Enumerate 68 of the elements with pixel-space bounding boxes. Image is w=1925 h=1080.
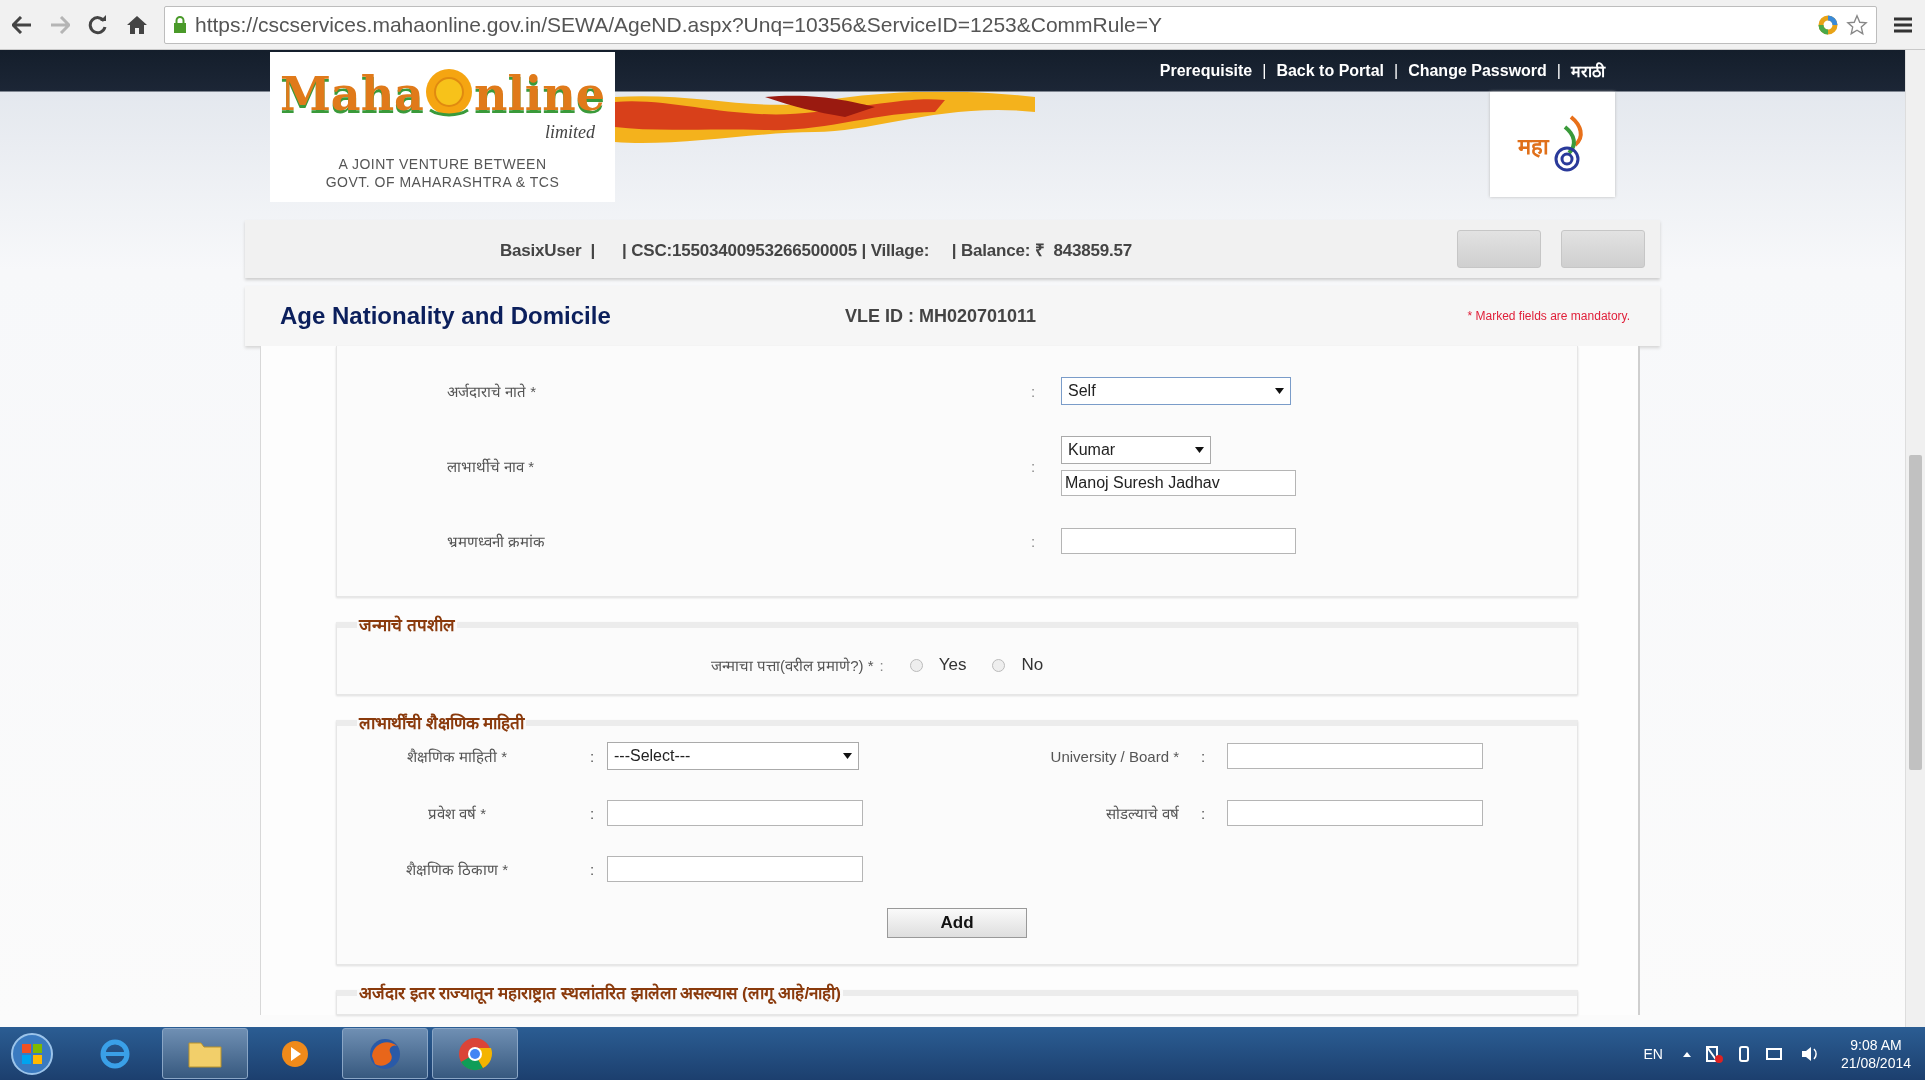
link-divider: | [1556, 62, 1561, 80]
link-divider: | [1262, 62, 1267, 80]
forward-button[interactable] [48, 13, 72, 36]
scrollbar-thumb[interactable] [1909, 455, 1922, 770]
colon-separator: : [879, 656, 884, 674]
star-icon[interactable] [1846, 13, 1868, 36]
logo-suffix: limited [545, 122, 595, 143]
radio-label: No [1021, 655, 1044, 675]
nav-link[interactable]: मराठी [1571, 60, 1605, 82]
field-label: प्रवेश वर्ष * [426, 804, 488, 823]
lock-icon [173, 15, 187, 34]
colon-separator: : [1031, 457, 1037, 475]
field-label: सोडल्याचे वर्ष [1104, 804, 1179, 823]
radio-button[interactable] [909, 658, 923, 672]
play-icon [280, 1038, 310, 1069]
emblem-logo: महा [1490, 92, 1615, 197]
select-dropdown[interactable]: ---Select--- [607, 742, 859, 770]
input-field[interactable] [607, 800, 863, 826]
section-legend: लाभार्थींची शैक्षणिक माहिती [357, 711, 527, 734]
address-bar[interactable]: https://cscservices.mahaonline.gov.in/SEWA/AgeND.aspx?Unq=10356&ServiceID=1253&CommRule=Y [164, 5, 1877, 44]
dropdown-arrow-icon [1275, 388, 1284, 394]
field-label: लाभार्थीचे नाव * [447, 457, 536, 476]
field-label: शैक्षणिक ठिकाण * [404, 860, 510, 879]
colon-separator: : [1031, 382, 1037, 400]
chrome-icon [457, 1035, 493, 1072]
taskbar-app[interactable] [432, 1028, 518, 1079]
url-text: https://cscservices.mahaonline.gov.in/SEWA/AgeND.aspx?Unq=10356&ServiceID=1253&CommRule=Y [195, 12, 1164, 37]
colon-separator: : [588, 747, 596, 765]
select-dropdown[interactable]: Kumar [1061, 436, 1211, 464]
extension-icon [1818, 14, 1838, 35]
dropdown-arrow-icon [843, 753, 852, 759]
colon-separator: : [1031, 532, 1037, 550]
language-indicator[interactable]: EN [1643, 1045, 1663, 1062]
colon-separator: : [588, 860, 596, 878]
clock[interactable]: 9:08 AM 21/08/2014 [1840, 1035, 1911, 1072]
link-divider: | [1394, 62, 1399, 80]
nav-link[interactable]: Change Password [1408, 62, 1547, 80]
select-dropdown[interactable]: Self [1061, 377, 1291, 405]
colon-separator: : [1199, 804, 1207, 822]
section-legend: जन्माचे तपशील [357, 613, 457, 636]
mandatory-note: * Marked fields are mandatory. [1467, 309, 1630, 323]
radio-button[interactable] [992, 658, 1006, 672]
input-field[interactable]: Manoj Suresh Jadhav [1061, 470, 1296, 496]
back-button[interactable] [10, 13, 34, 36]
add-button[interactable]: Add [887, 908, 1027, 938]
logo-wordmark: Maha nline [279, 66, 606, 122]
dropdown-arrow-icon [1195, 447, 1204, 453]
input-field[interactable] [607, 856, 863, 882]
colon-separator: : [1199, 747, 1207, 765]
field-label: शैक्षणिक माहिती * [405, 747, 509, 766]
section-legend: अर्जदार इतर राज्यातून महाराष्ट्रात स्थलांतरित झालेला असल्यास (लागू आहे/नाही) [357, 981, 843, 1004]
field-label: अर्जदाराचे नाते * [447, 382, 538, 401]
taskbar-app[interactable] [162, 1028, 248, 1079]
input-field[interactable] [1061, 528, 1296, 554]
field-label: भ्रमणध्वनी क्रमांक [447, 532, 547, 551]
input-field[interactable] [1227, 743, 1483, 769]
vle-id-text: VLE ID : MH020701011 [845, 305, 1038, 327]
nav-link[interactable]: Prerequisite [1159, 62, 1253, 80]
user-info-text: BasixUser | | CSC:15503400953266500005 | Village: | Balance: ₹ 843859.57 [500, 239, 1134, 261]
input-field[interactable] [1227, 800, 1483, 826]
nav-link[interactable]: Back to Portal [1276, 62, 1384, 80]
taskbar-app[interactable] [342, 1028, 428, 1079]
colon-separator: : [588, 804, 596, 822]
page-title: Age Nationality and Domicile [280, 302, 612, 330]
logo-tagline: A JOINT VENTURE BETWEEN GOVT. OF MAHARASHTRA & TCS [325, 155, 560, 191]
field-label: जन्माचा पत्ता(वरील प्रमाणे?) * [710, 656, 874, 675]
field-label: University / Board * [1049, 747, 1179, 765]
radio-label: Yes [938, 655, 967, 675]
